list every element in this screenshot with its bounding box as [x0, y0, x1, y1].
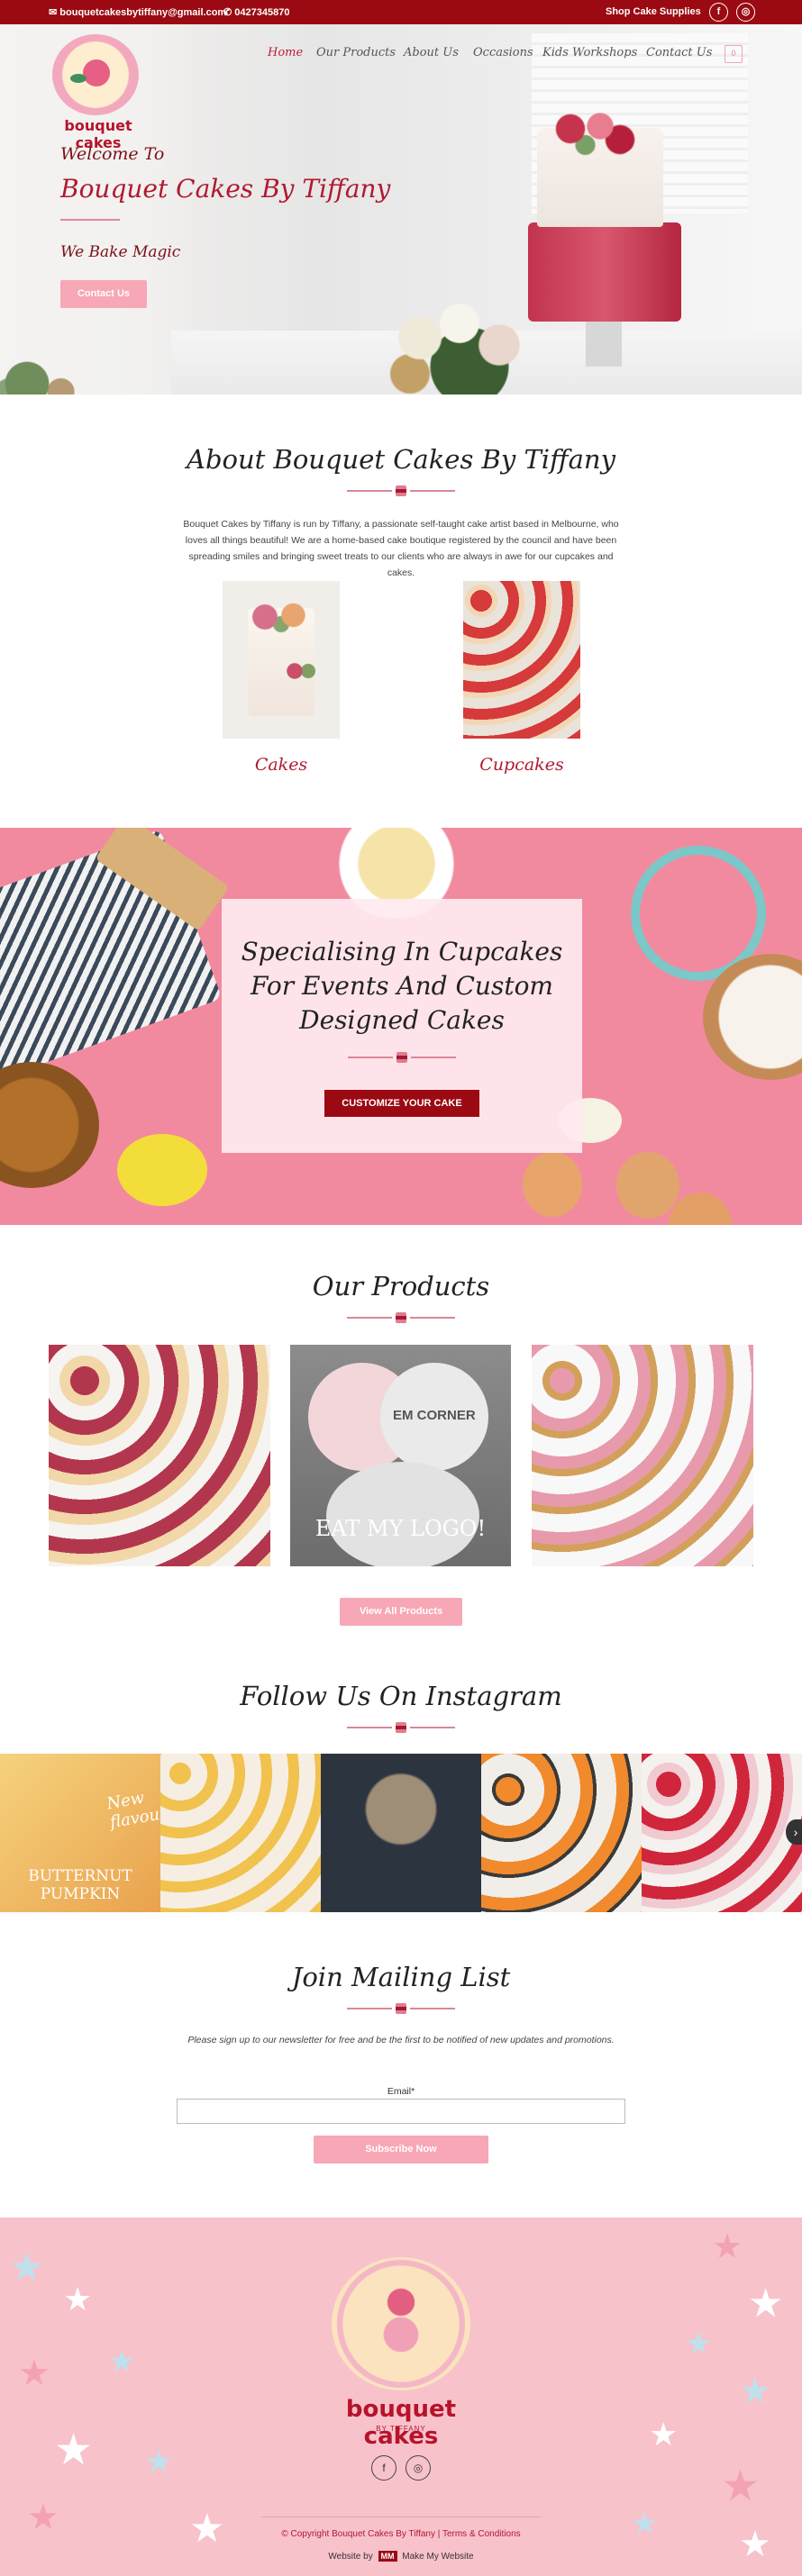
cupcakes-image[interactable]: [463, 581, 580, 739]
nav-kids-workshops[interactable]: Kids Workshops: [542, 46, 637, 59]
make-my-website-logo: MM: [378, 2551, 397, 2562]
cupcakes-label[interactable]: Cupcakes: [463, 755, 580, 775]
specialising-title: Specialising In Cupcakes For Events And …: [241, 937, 563, 1035]
footer-logo-subtext: BY TIFFANY: [376, 2425, 426, 2433]
email-input[interactable]: [177, 2099, 625, 2124]
about-title: About Bouquet Cakes By Tiffany: [187, 444, 615, 475]
about-text: Bouquet Cakes by Tiffany is run by Tiffa…: [183, 519, 619, 578]
cake-bottom-tier: [528, 222, 681, 322]
footer-logo[interactable]: [332, 2257, 470, 2390]
egg-1: [523, 1152, 582, 1217]
product-rose-cupcakes-image[interactable]: [49, 1345, 270, 1566]
mailing-divider: [347, 2003, 455, 2014]
phone-link[interactable]: ✆ 0427345870: [223, 6, 289, 18]
specialising-card: Specialising In Cupcakes For Events And …: [222, 899, 582, 1153]
contact-us-button[interactable]: Contact Us: [60, 280, 147, 308]
hero-divider: [60, 219, 120, 221]
website-by-text: Website by: [328, 2552, 373, 2562]
nav-home[interactable]: Home: [268, 46, 303, 59]
hero-title: Bouquet Cakes By Tiffany: [60, 174, 391, 204]
product-logo-cupcakes-image[interactable]: EM CORNER EAT MY LOGO!: [290, 1345, 511, 1566]
star-decoration: ★: [748, 2281, 784, 2326]
instagram-post-5[interactable]: [642, 1754, 802, 1912]
made-by: Website by MM Make My Website: [0, 2551, 802, 2562]
star-decoration: ★: [63, 2281, 93, 2317]
star-decoration: ★: [144, 2443, 174, 2480]
footer-logo-text[interactable]: bouquet cakes: [311, 2396, 491, 2450]
cake-stand: [586, 322, 622, 367]
cakes-label[interactable]: Cakes: [223, 755, 340, 775]
lemon: [117, 1134, 207, 1206]
products-title: Our Products: [312, 1271, 490, 1302]
mailing-title: Join Mailing List: [291, 1962, 511, 1992]
star-decoration: ★: [712, 2228, 743, 2266]
nav-occasions[interactable]: Occasions: [473, 46, 533, 59]
specialising-divider: [348, 1052, 456, 1063]
nav-contact-us[interactable]: Contact Us: [646, 46, 712, 59]
instagram-post-1[interactable]: New flavour BUTTERNUT PUMPKIN: [0, 1754, 160, 1912]
hero-welcome: Welcome To: [60, 144, 165, 164]
mailing-note: Please sign up to our newsletter for fre…: [187, 2035, 615, 2045]
star-decoration: ★: [108, 2345, 136, 2379]
about-divider: [347, 485, 455, 496]
email-text: bouquetcakesbytiffany@gmail.com: [59, 7, 227, 18]
subscribe-now-button[interactable]: Subscribe Now: [314, 2136, 488, 2163]
sugar-bowl: [0, 1062, 99, 1188]
hero-foliage: [0, 335, 135, 395]
cakes-image[interactable]: [223, 581, 340, 739]
nav-about-us[interactable]: About Us: [404, 46, 459, 59]
email-link[interactable]: ✉ bouquetcakesbytiffany@gmail.com: [49, 6, 226, 18]
facebook-icon[interactable]: f: [709, 3, 728, 22]
cake-flowers-thumb: [241, 599, 322, 635]
view-all-products-button[interactable]: View All Products: [340, 1598, 462, 1626]
em-corner-text: EM CORNER: [393, 1408, 476, 1423]
instagram-post-4[interactable]: [481, 1754, 642, 1912]
butternut-pumpkin-text: BUTTERNUT PUMPKIN: [28, 1867, 132, 1903]
footer-instagram-icon[interactable]: ◎: [406, 2455, 431, 2481]
cart-icon[interactable]: 0: [725, 45, 743, 63]
phone-text: 0427345870: [234, 7, 290, 18]
star-decoration: ★: [9, 2245, 45, 2290]
footer-facebook-icon[interactable]: f: [371, 2455, 396, 2481]
logo-cupcake-2: EM CORNER: [380, 1363, 488, 1471]
hero-subtitle: We Bake Magic: [60, 243, 181, 261]
logo-leaf-icon: [70, 74, 87, 83]
egg-3: [669, 1193, 732, 1225]
instagram-title: Follow Us On Instagram: [240, 1681, 562, 1711]
copyright-text[interactable]: © Copyright Bouquet Cakes By Tiffany | T…: [0, 2529, 802, 2539]
star-decoration: ★: [721, 2463, 761, 2510]
logo-cupcake-3: [326, 1462, 479, 1566]
top-bar: ✉ bouquetcakesbytiffany@gmail.com ✆ 0427…: [0, 0, 802, 24]
logo-figure-icon: [377, 2284, 425, 2356]
logo-flower-icon: [83, 59, 110, 86]
nav-our-products[interactable]: Our Products: [316, 46, 396, 59]
customize-your-cake-button[interactable]: CUSTOMIZE YOUR CAKE: [324, 1090, 479, 1117]
star-decoration: ★: [18, 2354, 50, 2393]
eat-my-logo-text: EAT MY LOGO!: [314, 1516, 487, 1541]
products-divider: [347, 1312, 455, 1323]
new-flavour-badge: New flavour: [105, 1788, 160, 1833]
star-decoration: ★: [685, 2327, 713, 2361]
cake-flowers: [541, 107, 640, 161]
site-logo[interactable]: [52, 34, 139, 115]
email-label: Email*: [387, 2086, 415, 2097]
product-pink-cupcakes-image[interactable]: [532, 1345, 753, 1566]
shop-cake-supplies-link[interactable]: Shop Cake Supplies: [606, 6, 701, 17]
star-decoration: ★: [739, 2372, 771, 2411]
star-decoration: ★: [649, 2416, 679, 2453]
instagram-divider: [347, 1722, 455, 1733]
egg-2: [616, 1152, 679, 1219]
instagram-icon[interactable]: ◎: [736, 3, 755, 22]
instagram-post-3[interactable]: [321, 1754, 481, 1912]
star-decoration: ★: [54, 2426, 94, 2474]
cake-side-flowers: [277, 658, 322, 685]
instagram-post-2[interactable]: [160, 1754, 321, 1912]
make-my-website-link[interactable]: Make My Website: [402, 2552, 473, 2562]
footer: ★ ★ ★ ★ ★ ★ ★ ★ ★ ★ ★ ★ ★ ★ ★ ★ bouquet …: [0, 2218, 802, 2576]
instagram-next-arrow[interactable]: ›: [786, 1819, 802, 1845]
specialising-banner: Specialising In Cupcakes For Events And …: [0, 828, 802, 1225]
